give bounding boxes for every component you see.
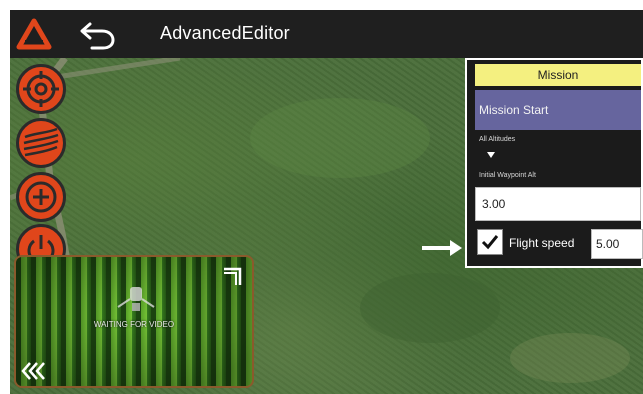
- survey-button[interactable]: [16, 118, 66, 168]
- altitude-label: All Altitudes: [479, 136, 516, 143]
- mission-start-item[interactable]: Mission Start: [475, 90, 641, 130]
- flight-speed-label: Flight speed: [509, 236, 575, 250]
- flight-speed-input[interactable]: [591, 229, 643, 259]
- initial-waypoint-alt-input[interactable]: [475, 187, 641, 221]
- add-waypoint-button[interactable]: [16, 172, 66, 222]
- video-status-text: WAITING FOR VIDEO: [93, 320, 175, 329]
- mission-panel: Mission Mission Start All Altitudes Init…: [465, 58, 643, 268]
- target-mode-button[interactable]: [16, 64, 66, 114]
- target-mode-icon: [23, 71, 59, 107]
- checkmark-icon: [481, 235, 499, 250]
- mission-header[interactable]: Mission: [475, 64, 641, 86]
- tower-logo-icon[interactable]: [16, 18, 52, 50]
- add-waypoint-icon: [25, 181, 57, 213]
- survey-field-icon: [23, 127, 59, 157]
- undo-arrow-icon[interactable]: [78, 18, 118, 50]
- page-title: AdvancedEditor: [160, 23, 290, 43]
- top-bar: AdvancedEditor: [10, 10, 643, 58]
- initial-waypoint-label: Initial Waypoint Alt: [479, 172, 536, 179]
- white-arrow-right-icon: [422, 240, 462, 256]
- flight-speed-checkbox[interactable]: [477, 229, 503, 255]
- video-feed[interactable]: WAITING FOR VIDEO: [14, 255, 254, 388]
- dropdown-arrow-icon[interactable]: [487, 152, 495, 158]
- triple-chevron-left-icon[interactable]: [20, 360, 50, 382]
- drone-icon: [117, 287, 155, 311]
- expand-corner-icon[interactable]: [222, 267, 242, 287]
